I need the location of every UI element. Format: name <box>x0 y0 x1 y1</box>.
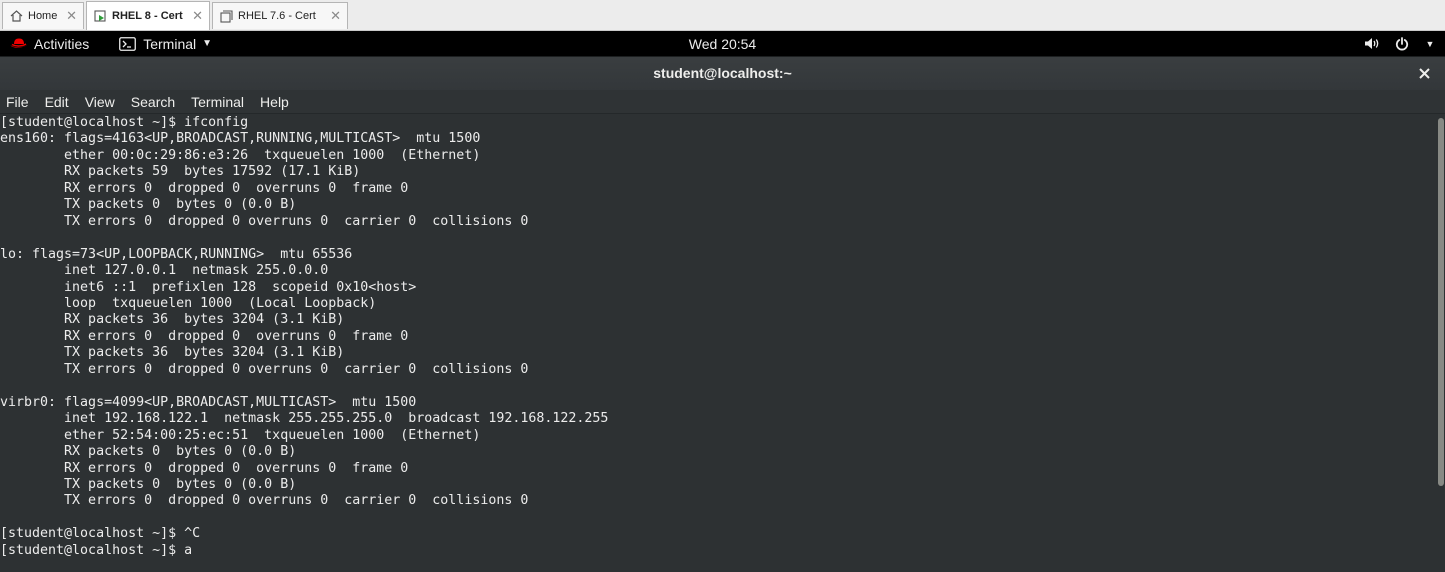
terminal-line: RX packets 0 bytes 0 (0.0 B) <box>0 444 297 460</box>
terminal-line: inet6 ::1 prefixlen 128 scopeid 0x10<hos… <box>0 279 417 295</box>
terminal-line: TX errors 0 dropped 0 overruns 0 carrier… <box>0 361 529 377</box>
vm-tab-strip: Home ✕ RHEL 8 - Cert ✕ RHEL 7.6 - Cert ✕ <box>0 0 1445 31</box>
clock-label[interactable]: Wed 20:54 <box>689 36 756 52</box>
terminal-output: [student@localhost ~]$ ifconfig ens160: f… <box>0 114 1437 559</box>
terminal-line: TX packets 0 bytes 0 (0.0 B) <box>0 197 297 213</box>
terminal-line: [student@localhost ~]$ a <box>0 542 193 558</box>
gnome-top-bar: Activities Terminal ▼ Wed 20:54 ▼ <box>0 31 1445 56</box>
scrollbar-thumb[interactable] <box>1438 118 1444 486</box>
power-icon <box>1389 31 1415 56</box>
volume-icon <box>1361 31 1383 56</box>
vm-tab-rhel76[interactable]: RHEL 7.6 - Cert ✕ <box>212 2 348 29</box>
terminal-line: ens160: flags=4163<UP,BROADCAST,RUNNING,… <box>0 131 481 147</box>
close-icon[interactable]: ✕ <box>330 8 341 24</box>
window-titlebar[interactable]: student@localhost:~ <box>0 56 1445 90</box>
terminal-line: virbr0: flags=4099<UP,BROADCAST,MULTICAS… <box>0 394 417 410</box>
terminal-line: [student@localhost ~]$ ifconfig <box>0 115 249 130</box>
vm-icon <box>219 9 233 23</box>
menu-terminal[interactable]: Terminal <box>191 94 244 110</box>
terminal-line: TX packets 0 bytes 0 (0.0 B) <box>0 476 297 492</box>
close-icon[interactable]: ✕ <box>66 8 77 24</box>
menu-edit[interactable]: Edit <box>45 94 69 110</box>
terminal-line: ether 52:54:00:25:ec:51 txqueuelen 1000 … <box>0 427 481 443</box>
vm-tab-home[interactable]: Home ✕ <box>2 2 84 29</box>
terminal-line: RX errors 0 dropped 0 overruns 0 frame 0 <box>0 328 409 344</box>
app-menu-label: Terminal <box>143 35 197 52</box>
vm-tab-label: Home <box>28 10 58 22</box>
menu-view[interactable]: View <box>85 94 115 110</box>
system-tray[interactable]: ▼ <box>1361 31 1445 56</box>
terminal-scrollbar[interactable] <box>1437 114 1445 572</box>
terminal-line: TX errors 0 dropped 0 overruns 0 carrier… <box>0 213 529 229</box>
terminal-menubar: File Edit View Search Terminal Help <box>0 90 1445 114</box>
close-icon[interactable] <box>1417 66 1431 80</box>
terminal-line: loop txqueuelen 1000 (Local Loopback) <box>0 295 377 311</box>
terminal-line: RX packets 59 bytes 17592 (17.1 KiB) <box>0 164 361 180</box>
activities-button[interactable]: Activities <box>0 31 89 56</box>
menu-help[interactable]: Help <box>260 94 289 110</box>
close-icon[interactable]: ✕ <box>192 8 203 24</box>
terminal-line: lo: flags=73<UP,LOOPBACK,RUNNING> mtu 65… <box>0 246 353 262</box>
window-title: student@localhost:~ <box>653 65 792 81</box>
vm-tab-rhel8[interactable]: RHEL 8 - Cert ✕ <box>86 1 210 30</box>
terminal-line: RX errors 0 dropped 0 overruns 0 frame 0 <box>0 180 409 196</box>
chevron-down-icon: ▼ <box>202 38 213 49</box>
terminal-line: TX packets 36 bytes 3204 (3.1 KiB) <box>0 345 345 361</box>
menu-file[interactable]: File <box>6 94 29 110</box>
terminal-icon <box>119 36 137 51</box>
terminal-line: RX packets 36 bytes 3204 (3.1 KiB) <box>0 312 345 328</box>
menu-search[interactable]: Search <box>131 94 175 110</box>
vm-tab-label: RHEL 7.6 - Cert <box>238 10 316 22</box>
terminal-line: inet 192.168.122.1 netmask 255.255.255.0… <box>0 411 609 427</box>
vm-running-icon <box>93 9 107 23</box>
terminal-line: RX errors 0 dropped 0 overruns 0 frame 0 <box>0 460 409 476</box>
terminal-line: inet 127.0.0.1 netmask 255.0.0.0 <box>0 263 329 279</box>
chevron-down-icon: ▼ <box>1425 38 1435 49</box>
home-icon <box>9 9 23 23</box>
terminal-area[interactable]: [student@localhost ~]$ ifconfig ens160: f… <box>0 114 1437 572</box>
vm-tab-label: RHEL 8 - Cert <box>112 10 183 22</box>
terminal-line: TX errors 0 dropped 0 overruns 0 carrier… <box>0 493 529 509</box>
clock: Wed 20:54 <box>0 36 1445 52</box>
activities-label: Activities <box>34 35 90 52</box>
redhat-icon <box>10 38 28 50</box>
app-menu-terminal[interactable]: Terminal ▼ <box>119 31 212 56</box>
terminal-line: [student@localhost ~]$ ^C <box>0 526 201 542</box>
terminal-line: ether 00:0c:29:86:e3:26 txqueuelen 1000 … <box>0 147 481 163</box>
